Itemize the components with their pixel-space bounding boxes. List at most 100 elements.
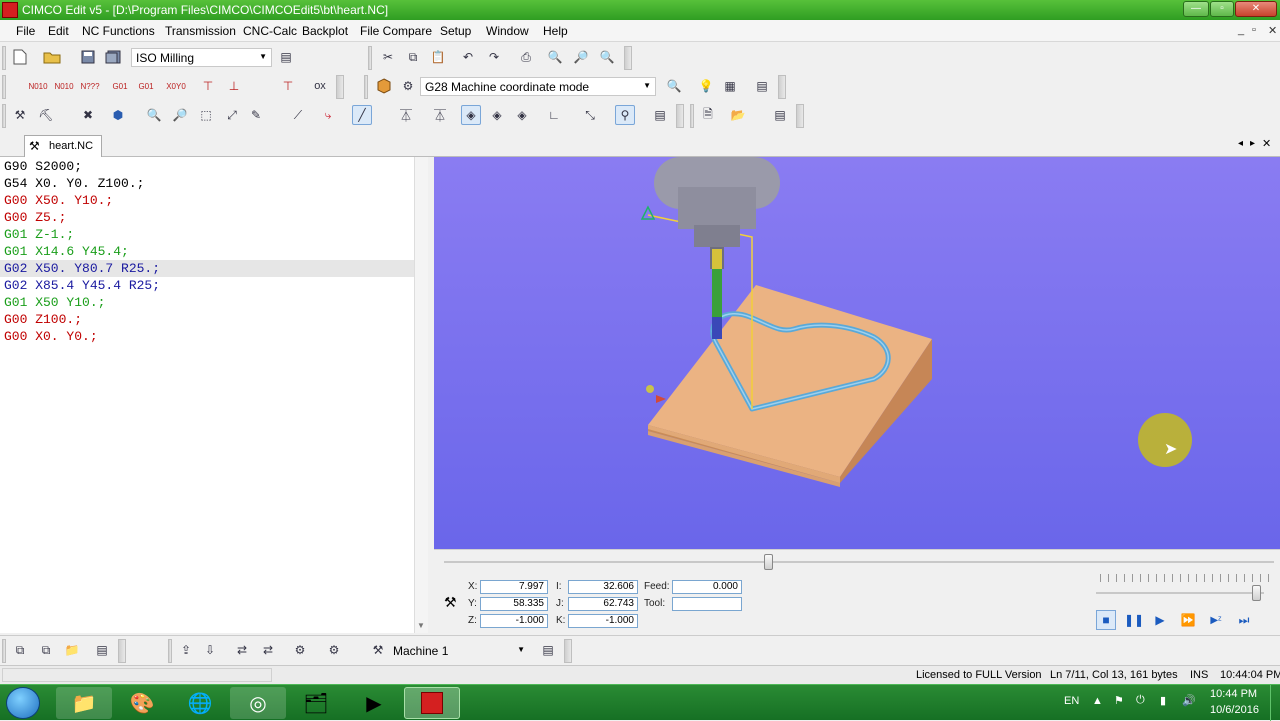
tool-list-icon[interactable]: ⛏ xyxy=(36,105,56,125)
pencil-icon[interactable]: ✎ xyxy=(246,105,266,125)
code-line[interactable]: G00 Z5.; xyxy=(4,209,66,226)
coordinate-mode-select[interactable]: G28 Machine coordinate mode ▼ xyxy=(420,77,656,96)
remove-block-numbers-icon[interactable]: N010 xyxy=(54,76,74,96)
fast-forward-icon[interactable]: ⏩ xyxy=(1178,610,1198,630)
menu-help[interactable]: Help xyxy=(543,24,568,38)
mdi-close-button[interactable]: ✕ xyxy=(1268,24,1277,37)
code-line[interactable]: G00 X0. Y0.; xyxy=(4,328,98,345)
tool-icon[interactable]: ⚒ xyxy=(10,105,30,125)
toolbar-grip[interactable] xyxy=(2,75,6,99)
zoom-window-icon[interactable]: ⬚ xyxy=(196,105,216,125)
menu-window[interactable]: Window xyxy=(486,24,529,38)
settings-icon[interactable]: ▤ xyxy=(276,47,296,67)
backplot-viewport[interactable]: ➤ xyxy=(434,157,1280,549)
list-view-icon[interactable]: ▦ xyxy=(720,76,740,96)
progress-slider-track[interactable] xyxy=(444,561,1274,563)
taskbar-media[interactable]: ▶ xyxy=(346,687,402,719)
settings-icon[interactable]: ▤ xyxy=(770,105,790,125)
format-icon[interactable]: X0Y0 xyxy=(166,76,186,96)
copy-icon[interactable]: ⧉ xyxy=(403,47,423,67)
power-icon[interactable]: ⏻ xyxy=(1136,694,1145,707)
view-top-icon[interactable]: ◈ xyxy=(487,105,507,125)
menu-transmission[interactable]: Transmission xyxy=(165,24,236,38)
step-tool-icon[interactable]: ⏭ xyxy=(1234,610,1254,630)
duplicate-file-icon[interactable]: ⧉ xyxy=(36,640,56,660)
solid-icon[interactable]: ⬢ xyxy=(108,105,128,125)
send-icon[interactable]: ⇪ xyxy=(176,640,196,660)
menu-file-compare[interactable]: File Compare xyxy=(360,24,432,38)
path-icon[interactable]: ⤷ xyxy=(318,105,338,125)
filter-icon[interactable]: ⏄ xyxy=(396,105,416,125)
tab-close-icon[interactable]: ✕ xyxy=(1262,137,1271,150)
save-icon[interactable] xyxy=(78,47,98,67)
toolbar-overflow[interactable] xyxy=(676,104,684,128)
language-indicator[interactable]: EN xyxy=(1064,695,1079,707)
cut-icon[interactable]: ✂ xyxy=(378,47,398,67)
toolbar-grip[interactable] xyxy=(2,639,6,663)
undo-icon[interactable]: ↶ xyxy=(458,47,478,67)
menu-cnc-calc[interactable]: CNC-Calc xyxy=(243,24,297,38)
menu-setup[interactable]: Setup xyxy=(440,24,471,38)
toolbar-grip[interactable] xyxy=(2,46,6,70)
paste-icon[interactable]: 📋 xyxy=(428,47,448,67)
replace-icon[interactable]: 🔍 xyxy=(597,47,617,67)
machine-cube-icon[interactable] xyxy=(374,76,394,96)
transfer-icon[interactable]: ⇄ xyxy=(232,640,252,660)
zoom-in-icon[interactable]: 🔍 xyxy=(144,105,164,125)
tab-heart-nc[interactable]: ⚒ heart.NC xyxy=(24,135,102,157)
stop-icon[interactable]: ■ xyxy=(1096,610,1116,630)
save-all-icon[interactable] xyxy=(103,47,123,67)
measure-icon[interactable]: ⟋ xyxy=(288,105,308,125)
toolbar-overflow[interactable] xyxy=(336,75,344,99)
volume-icon[interactable]: 🔊 xyxy=(1182,694,1196,707)
tab-scroll-right-icon[interactable]: ▸ xyxy=(1250,138,1255,149)
animate-tool-icon[interactable]: ⚲ xyxy=(615,105,635,125)
machine-setup-icon[interactable]: ⚙ xyxy=(324,640,344,660)
document-icon[interactable]: 🗎 xyxy=(698,105,718,125)
view-iso-icon[interactable]: ◈ xyxy=(461,105,481,125)
play-icon[interactable]: ▶ xyxy=(1150,610,1170,630)
toolbar-grip[interactable] xyxy=(168,639,172,663)
code-line[interactable]: G01 X14.6 Y45.4; xyxy=(4,243,129,260)
toolbar-grip[interactable] xyxy=(690,104,694,128)
code-line[interactable]: G01 X50 Y10.; xyxy=(4,294,105,311)
toolbar-overflow[interactable] xyxy=(564,639,572,663)
zoom-out-icon[interactable]: 🔎 xyxy=(170,105,190,125)
taskbar-explorer[interactable]: 📁 xyxy=(56,687,112,719)
renumber-icon[interactable]: N??? xyxy=(80,76,100,96)
code-line[interactable]: G02 X50. Y80.7 R25.; xyxy=(4,260,160,277)
mdi-restore-button[interactable]: ▫ xyxy=(1252,24,1256,36)
code-line[interactable]: G00 Z100.; xyxy=(4,311,82,328)
scroll-down-icon[interactable]: ▼ xyxy=(417,621,425,630)
filter-options-icon[interactable]: ⏄ xyxy=(430,105,450,125)
zoom-search-icon[interactable]: 🔍 xyxy=(664,76,684,96)
menu-file[interactable]: File xyxy=(16,24,35,38)
zoom-fit-icon[interactable]: ⤢ xyxy=(222,105,242,125)
speed-slider-thumb[interactable] xyxy=(1251,585,1261,601)
code-line[interactable]: G00 X50. Y10.; xyxy=(4,192,113,209)
step-z-icon[interactable]: ▶ᶻ xyxy=(1206,610,1226,630)
mode-select[interactable]: ISO Milling ▼ xyxy=(131,48,272,67)
tray-expand-icon[interactable]: ▲ xyxy=(1092,695,1103,707)
settings-icon[interactable]: ▤ xyxy=(752,76,772,96)
remove-spaces-icon[interactable]: G01 xyxy=(136,76,156,96)
remove-tab-icon[interactable]: ⊥ xyxy=(224,76,244,96)
menu-backplot[interactable]: Backplot xyxy=(302,24,348,38)
tab-scroll-left-icon[interactable]: ◂ xyxy=(1238,138,1243,149)
progress-slider-thumb[interactable] xyxy=(763,554,773,570)
toolbar-overflow[interactable] xyxy=(118,639,126,663)
copy-file-icon[interactable]: ⧉ xyxy=(10,640,30,660)
delete-tool-icon[interactable]: ✖ xyxy=(78,105,98,125)
bulb-icon[interactable]: 💡 xyxy=(696,76,716,96)
redo-icon[interactable]: ↷ xyxy=(484,47,504,67)
axis-icon[interactable]: ∟ xyxy=(544,105,564,125)
open-folder-icon[interactable] xyxy=(42,47,62,67)
code-editor[interactable]: G90 S2000; G54 X0. Y0. Z100.; G00 X50. Y10… xyxy=(0,157,428,633)
network-icon[interactable]: ▮ xyxy=(1160,694,1166,707)
open-folder-icon[interactable]: 📂 xyxy=(728,105,748,125)
pause-icon[interactable]: ❚❚ xyxy=(1124,610,1144,630)
settings-icon[interactable]: ▤ xyxy=(92,640,112,660)
clock-date[interactable]: 10/6/2016 xyxy=(1210,704,1259,716)
toolbar-grip[interactable] xyxy=(368,46,372,70)
machine-select[interactable]: Machine 1 ▼ xyxy=(388,641,530,660)
